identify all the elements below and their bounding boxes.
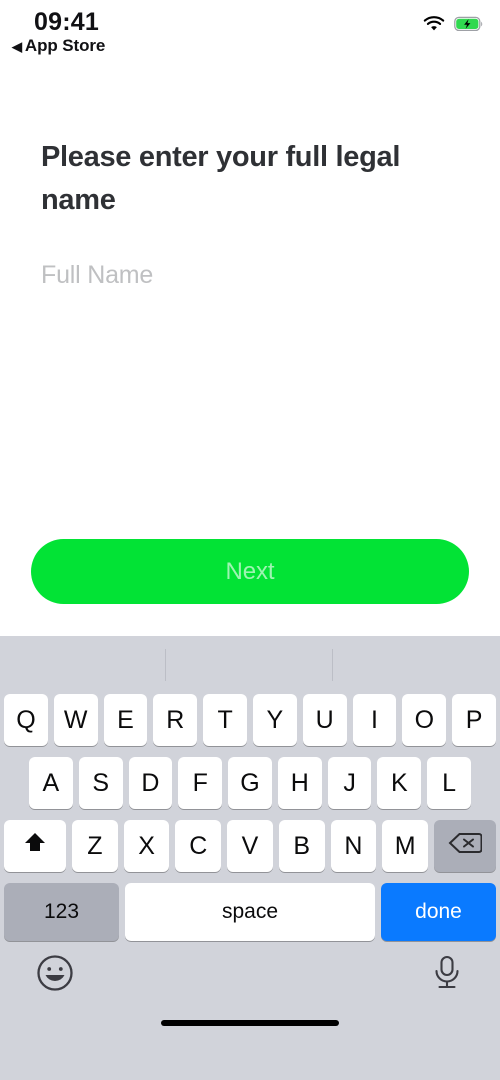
key-o[interactable]: O: [402, 694, 447, 746]
emoji-key[interactable]: [33, 951, 77, 1000]
key-h[interactable]: H: [277, 757, 322, 809]
shift-key[interactable]: [3, 820, 66, 872]
key-c[interactable]: C: [175, 820, 222, 872]
space-key[interactable]: space: [125, 883, 375, 941]
next-button[interactable]: Next: [31, 539, 469, 604]
status-bar-time: 09:41: [34, 8, 99, 36]
key-d[interactable]: D: [128, 757, 173, 809]
full-name-input[interactable]: [41, 255, 459, 295]
backspace-key[interactable]: [434, 820, 497, 872]
done-key[interactable]: done: [381, 883, 496, 941]
key-i[interactable]: I: [352, 694, 397, 746]
battery-charging-icon: [454, 16, 484, 37]
main-content: Please enter your full legal name Next: [0, 62, 500, 636]
status-bar-indicators: [423, 16, 484, 37]
key-q[interactable]: Q: [4, 694, 48, 746]
key-j[interactable]: J: [327, 757, 372, 809]
home-indicator: [161, 1020, 339, 1026]
key-p[interactable]: P: [452, 694, 496, 746]
key-x[interactable]: X: [123, 820, 170, 872]
key-u[interactable]: U: [302, 694, 347, 746]
key-n[interactable]: N: [330, 820, 377, 872]
predictive-text-bar[interactable]: [0, 636, 500, 694]
key-a[interactable]: A: [28, 757, 73, 809]
phone-screen: 09:41 ◀ App Store Please enter your full…: [0, 0, 500, 1080]
key-r[interactable]: R: [153, 694, 198, 746]
microphone-icon: [427, 955, 467, 999]
key-w[interactable]: W: [53, 694, 98, 746]
keyboard-row-4: 123 space done: [0, 883, 500, 941]
key-s[interactable]: S: [78, 757, 123, 809]
key-g[interactable]: G: [228, 757, 272, 809]
key-b[interactable]: B: [278, 820, 325, 872]
backspace-delete-icon: [448, 831, 483, 862]
smiley-face-icon: [33, 955, 77, 999]
numeric-mode-key[interactable]: 123: [4, 883, 119, 941]
back-caret-icon: ◀: [12, 38, 22, 54]
software-keyboard: Q W E R T Y U I O P A S D F G H J K L Z …: [0, 636, 500, 1080]
key-e[interactable]: E: [103, 694, 148, 746]
key-t[interactable]: T: [203, 694, 247, 746]
key-v[interactable]: V: [227, 820, 273, 872]
keyboard-row-1: Q W E R T Y U I O P: [0, 694, 500, 746]
keyboard-bottom-bar: [0, 941, 500, 1036]
key-f[interactable]: F: [178, 757, 223, 809]
dictation-key[interactable]: [427, 951, 467, 1000]
key-z[interactable]: Z: [71, 820, 118, 872]
key-l[interactable]: L: [427, 757, 472, 809]
predictive-divider: [332, 649, 333, 681]
keyboard-row-2: A S D F G H J K L: [0, 757, 500, 809]
keyboard-row-3: Z X C V B N M: [0, 820, 500, 872]
page-title: Please enter your full legal name: [41, 141, 401, 216]
predictive-divider: [165, 649, 166, 681]
back-label: App Store: [24, 36, 106, 55]
back-to-app-store-link[interactable]: ◀ App Store: [12, 36, 105, 56]
key-k[interactable]: K: [377, 757, 422, 809]
shift-arrow-up-icon: [21, 829, 49, 864]
status-bar: 09:41 ◀ App Store: [0, 0, 500, 62]
key-m[interactable]: M: [382, 820, 429, 872]
key-y[interactable]: Y: [253, 694, 297, 746]
wifi-icon: [423, 16, 445, 37]
